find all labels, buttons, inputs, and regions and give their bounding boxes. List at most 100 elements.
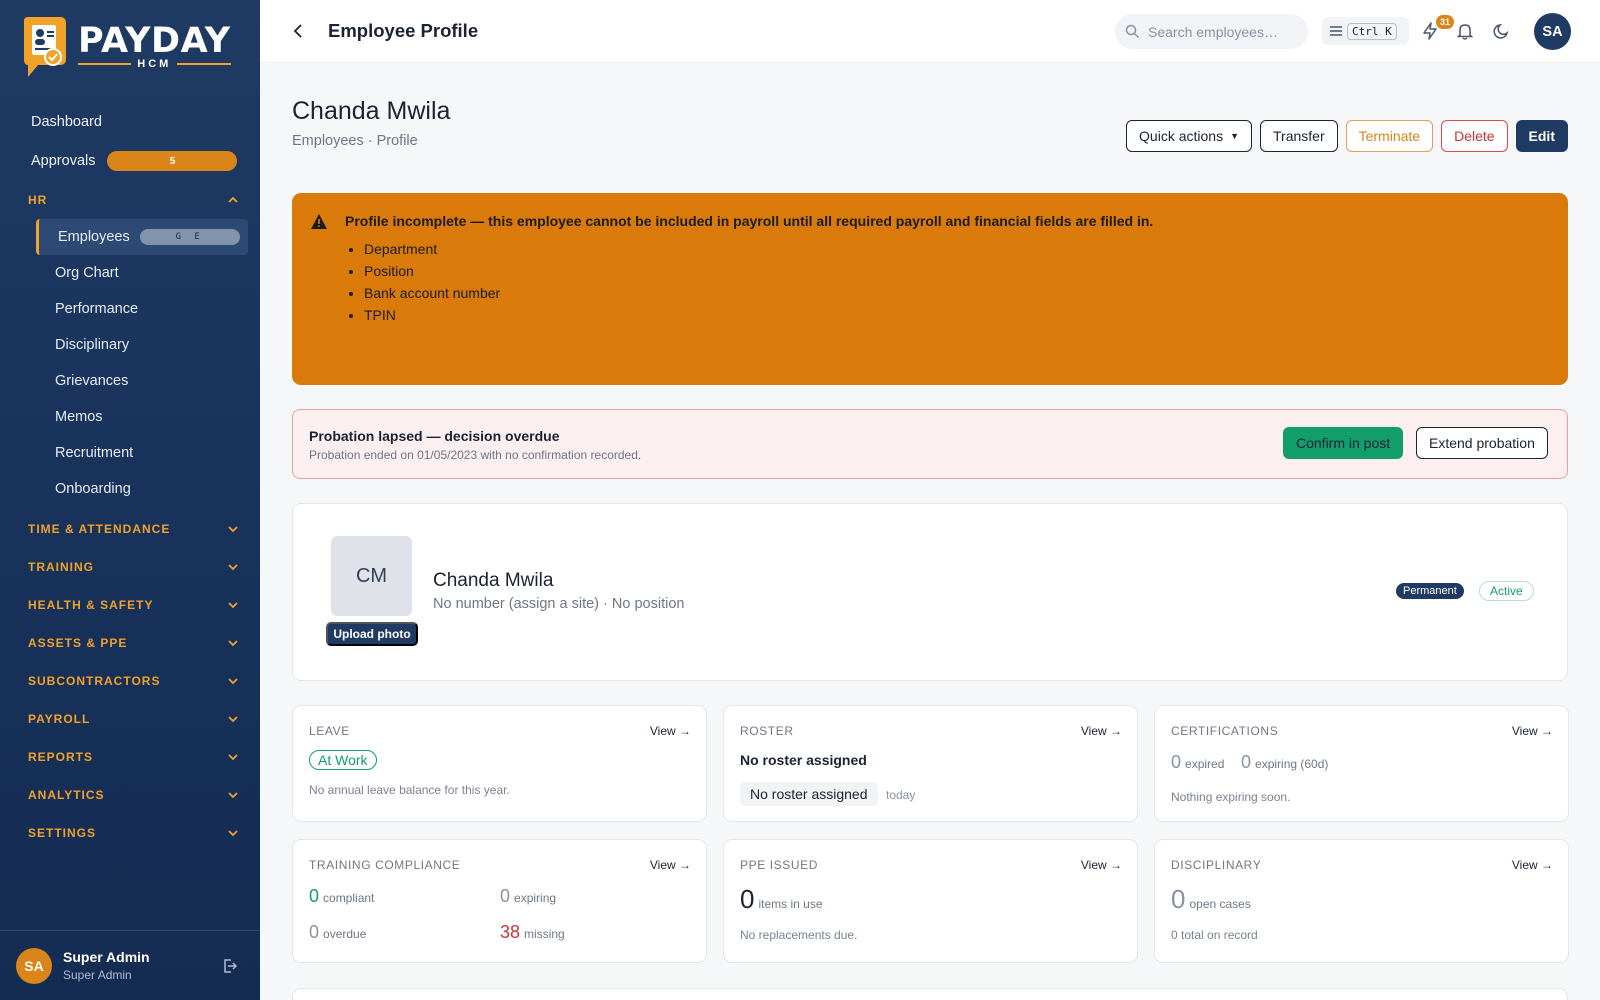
brand-logo[interactable]: PAYDAY HCM (20, 14, 231, 78)
sidebar-item-employees[interactable]: Employees G E (36, 219, 248, 255)
leave-note: No annual leave balance for this year. (309, 783, 510, 797)
disciplinary-stat: 0 open cases (1171, 884, 1251, 915)
back-arrow-icon[interactable] (290, 22, 308, 40)
roster-when: today (886, 788, 916, 802)
approvals-count-badge: 5 (107, 151, 238, 171)
avatar[interactable]: SA (16, 947, 52, 984)
section-label: REPORTS (28, 750, 94, 764)
compliant-stat: 0 compliant (309, 886, 374, 907)
quick-actions-button[interactable]: Quick actions ▼ (1126, 120, 1252, 152)
payslip-logo-icon (20, 15, 70, 77)
list-item: Department (364, 238, 500, 260)
user-name: Super Admin (63, 949, 150, 965)
extend-probation-button[interactable]: Extend probation (1416, 427, 1548, 459)
card-label: PPE ISSUED (740, 858, 819, 872)
sidebar-item-org-chart[interactable]: Org Chart (0, 255, 260, 291)
chevron-down-icon (228, 716, 238, 723)
sidebar-item-memos[interactable]: Memos (0, 399, 260, 435)
roster-chip: No roster assigned (740, 782, 878, 806)
view-link[interactable]: View → (1512, 858, 1553, 872)
stat-value: 0 (1241, 752, 1252, 772)
profile-subtitle: No number (assign a site) · No position (433, 596, 685, 612)
avatar: CM (331, 536, 412, 616)
status-badge: Active (1479, 581, 1534, 601)
sidebar-item-grievances[interactable]: Grievances (0, 363, 260, 399)
stat-label: expiring (60d) (1255, 757, 1329, 771)
edit-button[interactable]: Edit (1515, 120, 1568, 152)
view-link[interactable]: View → (1081, 724, 1122, 738)
stat-value: 38 (500, 922, 521, 942)
section-settings[interactable]: SETTINGS (0, 814, 260, 852)
sidebar-item-dashboard[interactable]: Dashboard (0, 104, 260, 140)
section-training[interactable]: TRAINING (0, 548, 260, 586)
search-box[interactable] (1115, 14, 1308, 49)
upload-photo-button[interactable]: Upload photo (326, 622, 418, 646)
view-link[interactable]: View → (1512, 724, 1553, 738)
delete-button[interactable]: Delete (1441, 120, 1508, 152)
stat-value: 0 (1171, 752, 1182, 772)
chevron-down-icon (228, 602, 238, 609)
section-assets-ppe[interactable]: ASSETS & PPE (0, 624, 260, 662)
sidebar-item-performance[interactable]: Performance (0, 291, 260, 327)
section-health-safety[interactable]: HEALTH & SAFETY (0, 586, 260, 624)
stat-label: items in use (758, 897, 823, 911)
terminate-button[interactable]: Terminate (1345, 120, 1434, 152)
sidebar-item-onboarding[interactable]: Onboarding (0, 471, 260, 507)
view-link[interactable]: View → (650, 858, 691, 872)
bell-icon[interactable] (1455, 21, 1475, 41)
view-link[interactable]: View → (650, 724, 691, 738)
warning-icon (311, 214, 327, 229)
avatar[interactable]: SA (1534, 13, 1571, 50)
sidebar-item-label: Performance (55, 301, 139, 317)
logout-icon[interactable] (222, 958, 238, 974)
sidebar-item-label: Dashboard (31, 114, 102, 130)
missing-stat: 38 missing (500, 922, 565, 943)
stat-value: 0 (740, 884, 755, 914)
view-link[interactable]: View → (1081, 858, 1122, 872)
sidebar: PAYDAY HCM Dashboard Approvals 5 HR Empl… (0, 0, 260, 1000)
employee-heading: Chanda Mwila (292, 97, 451, 125)
activity-count-badge: 31 (1436, 15, 1454, 29)
probation-title: Probation lapsed — decision overdue (309, 428, 560, 444)
moon-icon[interactable] (1492, 21, 1512, 41)
sidebar-item-approvals[interactable]: Approvals 5 (0, 143, 260, 179)
section-subcontractors[interactable]: SUBCONTRACTORS (0, 662, 260, 700)
summary-cards: LEAVE View → At Work No annual leave bal… (292, 705, 1569, 963)
menu-icon (1330, 26, 1342, 36)
overdue-stat: 0 overdue (309, 922, 366, 943)
sidebar-item-recruitment[interactable]: Recruitment (0, 435, 260, 471)
search-input[interactable] (1148, 23, 1298, 40)
transfer-button[interactable]: Transfer (1260, 120, 1338, 152)
profile-name: Chanda Mwila (433, 570, 554, 591)
training-compliance-card: TRAINING COMPLIANCE View → 0 compliant 0e… (292, 839, 707, 963)
sidebar-item-label: Approvals (31, 153, 96, 169)
sidebar-item-disciplinary[interactable]: Disciplinary (0, 327, 260, 363)
roster-card: ROSTER View → No roster assigned No rost… (723, 705, 1138, 822)
section-reports[interactable]: REPORTS (0, 738, 260, 776)
sidebar-item-label: Recruitment (55, 445, 134, 461)
stat-label: open cases (1189, 897, 1251, 911)
section-analytics[interactable]: ANALYTICS (0, 776, 260, 814)
missing-fields-list: Department Position Bank account number … (364, 238, 500, 326)
stat-label: missing (524, 927, 565, 941)
stat-value: 0 (309, 922, 320, 942)
chevron-down-icon (228, 564, 238, 571)
sidebar-nav: Dashboard Approvals 5 HR Employees G E O… (0, 104, 260, 852)
next-section-card (292, 988, 1568, 1000)
ppe-card: PPE ISSUED View → 0 items in use No repla… (723, 839, 1138, 963)
disciplinary-note: 0 total on record (1171, 928, 1258, 942)
section-time-attendance[interactable]: TIME & ATTENDANCE (0, 510, 260, 548)
command-palette-button[interactable]: Ctrl K (1322, 17, 1409, 45)
ppe-note: No replacements due. (740, 928, 858, 942)
list-item: TPIN (364, 304, 500, 326)
sidebar-item-label: Grievances (55, 373, 129, 389)
header-actions: Quick actions ▼ Transfer Terminate Delete… (1126, 120, 1568, 152)
certifications-card: CERTIFICATIONS View → 0 expired 0 expiring… (1154, 705, 1569, 822)
section-label: HR (28, 193, 48, 207)
profile-incomplete-alert: Profile incomplete — this employee canno… (292, 193, 1568, 385)
shortcut-badge: G E (139, 229, 240, 245)
user-footer: SA Super Admin Super Admin (0, 930, 260, 1000)
section-hr[interactable]: HR (0, 181, 260, 219)
confirm-in-post-button[interactable]: Confirm in post (1283, 427, 1404, 459)
section-payroll[interactable]: PAYROLL (0, 700, 260, 738)
